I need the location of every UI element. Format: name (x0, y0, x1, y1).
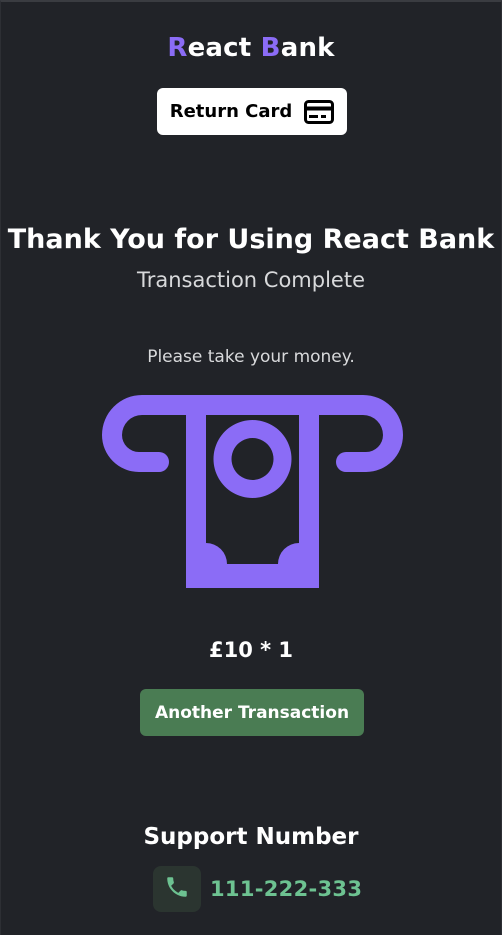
return-card-label: Return Card (169, 101, 293, 122)
app-title: React Bank (1, 33, 501, 63)
brand-initial-b: B (260, 33, 281, 63)
brand-initial-r: R (167, 33, 188, 63)
brand-word-rest-1: eact (187, 33, 252, 63)
atm-cash-dispense-icon (102, 395, 403, 589)
phone-icon-button[interactable] (153, 866, 201, 912)
another-transaction-button[interactable]: Another Transaction (140, 689, 364, 736)
support-phone-number[interactable]: 111-222-333 (210, 877, 362, 901)
support-title: Support Number (143, 824, 359, 850)
credit-card-icon (304, 99, 335, 124)
brand-space (251, 33, 260, 63)
support-contact: 111-222-333 (153, 866, 362, 912)
phone-icon (164, 874, 190, 904)
transaction-status: Transaction Complete (136, 268, 366, 292)
brand-word-rest-2: ank (280, 33, 335, 63)
instruction-text: Please take your money. (147, 347, 355, 367)
dispensed-amount: £10 * 1 (208, 638, 294, 662)
app-screen: React Bank Return Card Thank You for Usi… (0, 0, 502, 935)
page-title: Thank You for Using React Bank (7, 224, 495, 255)
return-card-button[interactable]: Return Card (157, 88, 347, 135)
